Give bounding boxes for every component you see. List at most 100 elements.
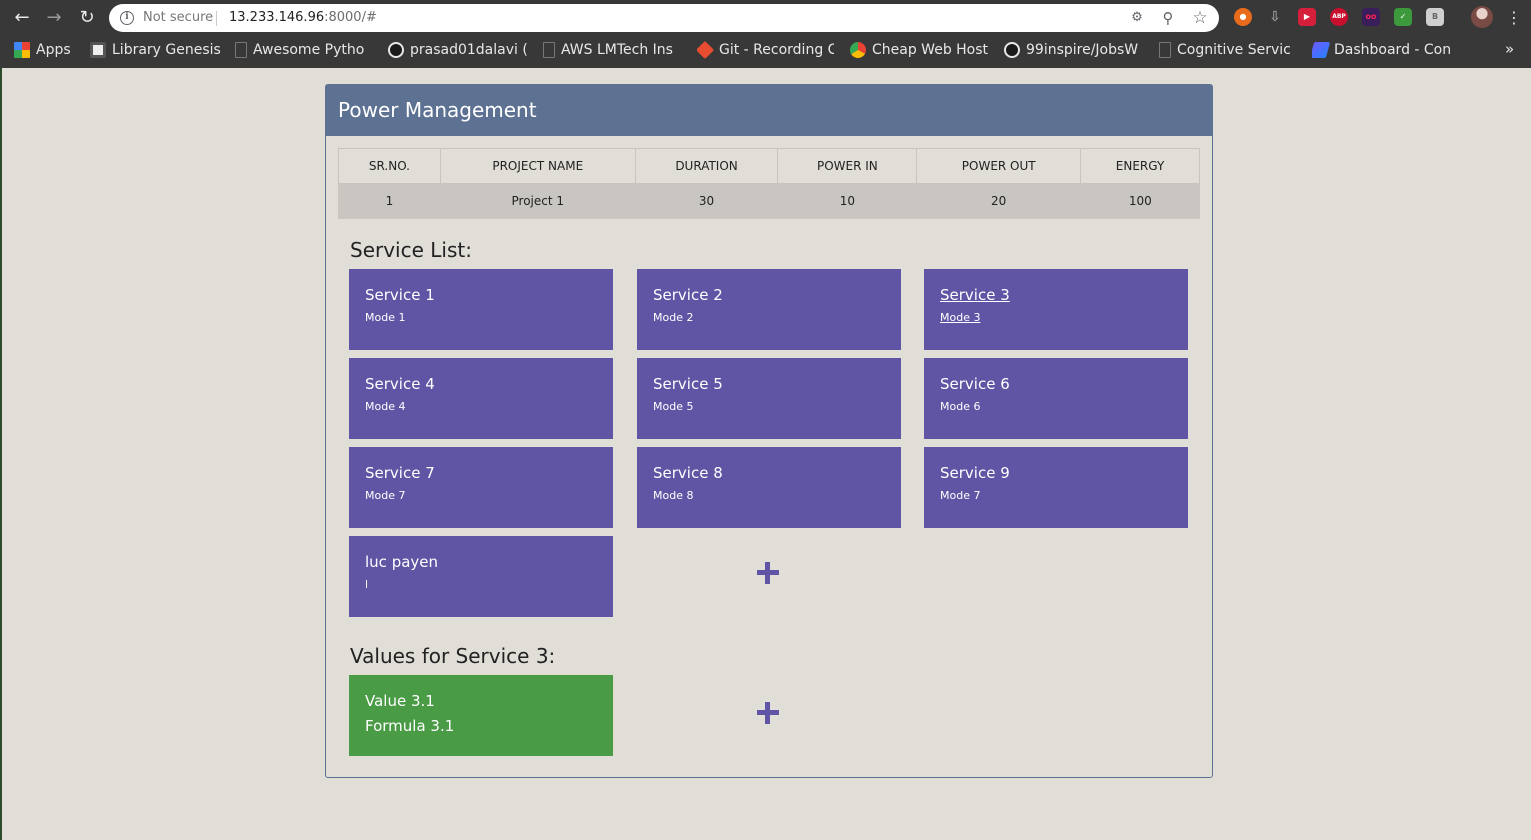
service-mode: Mode 1 (365, 311, 406, 324)
github-icon (388, 42, 404, 58)
service-mode: Mode 2 (653, 311, 694, 324)
add-value-plus-icon[interactable] (757, 702, 779, 724)
page-icon (1159, 42, 1171, 58)
bookmark-label: Awesome Pytho (253, 42, 365, 58)
url-path: :8000/# (324, 10, 377, 25)
service-card[interactable]: Service 1 Mode 1 (349, 269, 613, 350)
panel-title: Power Management (338, 98, 537, 122)
cookies-blocked-icon[interactable]: ⚙ (1127, 8, 1147, 28)
service-card[interactable]: Service 6 Mode 6 (924, 358, 1188, 439)
address-separator (216, 11, 217, 26)
table-cell: Project 1 (439, 183, 636, 219)
url-host: 13.233.146.96 (229, 10, 325, 25)
browser-chrome: ← → ↻ i Not secure 13.233.146.96:8000/# … (0, 0, 1531, 68)
service-name: Service 7 (365, 464, 435, 482)
table-cell: 1 (338, 183, 441, 219)
add-service-plus-icon[interactable] (757, 562, 779, 584)
bookmark-label: Cheap Web Host (872, 42, 988, 58)
page-extension-icon[interactable]: B (1426, 8, 1444, 26)
url-text[interactable]: 13.233.146.96:8000/# (229, 10, 377, 25)
table-cell: 30 (634, 183, 778, 219)
service-name: Service 4 (365, 375, 435, 393)
adblock-plus-icon[interactable]: ABP (1330, 8, 1348, 26)
service-name: Service 3 (940, 286, 1010, 304)
more-bookmarks-chevron-icon[interactable]: » (1505, 40, 1514, 58)
bookmark-cheap-web-host[interactable]: Cheap Web Host (850, 36, 988, 64)
forward-arrow-icon[interactable]: → (42, 6, 66, 30)
bookmark-github-prasad[interactable]: prasad01dalavi ( (388, 36, 528, 64)
service-mode: Mode 4 (365, 400, 406, 413)
column-header: SR.NO. (338, 148, 441, 184)
project-table: SR.NO. PROJECT NAME DURATION POWER IN PO… (338, 148, 1200, 219)
spy-extension-icon[interactable]: oo (1362, 8, 1380, 26)
chrome-icon (850, 42, 866, 58)
video-extension-icon[interactable]: ▶ (1298, 8, 1316, 26)
service-card[interactable]: Service 7 Mode 7 (349, 447, 613, 528)
bookmark-99inspire[interactable]: 99inspire/JobsW (1004, 36, 1144, 64)
service-card[interactable]: Service 2 Mode 2 (637, 269, 901, 350)
service-card[interactable]: Service 9 Mode 7 (924, 447, 1188, 528)
service-name: luc payen (365, 553, 439, 571)
browser-menu-icon[interactable]: ⋮ (1506, 6, 1522, 30)
service-name: Service 8 (653, 464, 723, 482)
git-icon (697, 40, 715, 60)
browser-toolbar: ← → ↻ i Not secure 13.233.146.96:8000/# … (0, 0, 1531, 36)
service-name: Service 9 (940, 464, 1010, 482)
book-icon (90, 42, 106, 58)
service-card[interactable]: Service 8 Mode 8 (637, 447, 901, 528)
bookmark-label: Git - Recording C (719, 42, 834, 58)
value-name: Value 3.1 (365, 692, 435, 710)
service-name: Service 5 (653, 375, 723, 393)
service-mode: Mode 5 (653, 400, 694, 413)
reload-icon[interactable]: ↻ (75, 6, 99, 30)
column-header: ENERGY (1080, 148, 1200, 184)
table-cell: 100 (1080, 183, 1200, 219)
table-header-row: SR.NO. PROJECT NAME DURATION POWER IN PO… (338, 148, 1200, 184)
check-extension-icon[interactable]: ✓ (1394, 8, 1412, 26)
back-arrow-icon[interactable]: ← (10, 6, 34, 30)
value-card[interactable]: Value 3.1 Formula 3.1 (349, 675, 613, 756)
bookmark-label: Library Genesis (112, 42, 221, 58)
bookmark-library-genesis[interactable]: Library Genesis (90, 36, 225, 64)
service-card-selected[interactable]: Service 3 Mode 3 (924, 269, 1188, 350)
panel-header: Power Management (326, 85, 1212, 136)
bookmark-dashboard[interactable]: Dashboard - Con (1312, 36, 1452, 64)
service-mode: Mode 7 (940, 489, 981, 502)
service-mode: Mode 3 (940, 311, 981, 324)
info-icon[interactable]: i (120, 11, 134, 25)
table-row[interactable]: 1 Project 1 30 10 20 100 (338, 183, 1200, 219)
zoom-icon[interactable]: ⚲ (1158, 8, 1178, 28)
bookmark-label: Cognitive Servic (1177, 42, 1291, 58)
value-formula: Formula 3.1 (365, 717, 455, 735)
service-name: Service 1 (365, 286, 435, 304)
bookmark-star-icon[interactable]: ☆ (1190, 8, 1210, 28)
download-extension-icon[interactable]: ⇩ (1266, 8, 1284, 26)
bookmark-awesome-python[interactable]: Awesome Pytho (235, 36, 370, 64)
column-header: PROJECT NAME (439, 148, 636, 184)
service-mode: Mode 8 (653, 489, 694, 502)
service-card[interactable]: Service 4 Mode 4 (349, 358, 613, 439)
bookmark-label: AWS LMTech Ins (561, 42, 673, 58)
values-title: Values for Service 3: (350, 644, 556, 668)
service-mode: l (365, 578, 369, 591)
bookmark-label: Apps (36, 42, 71, 58)
ubuntu-extension-icon[interactable]: ● (1234, 8, 1252, 26)
bookmark-git-recording[interactable]: Git - Recording C (697, 36, 834, 64)
bookmark-cognitive-services[interactable]: Cognitive Servic (1159, 36, 1297, 64)
service-card[interactable]: luc payen l (349, 536, 613, 617)
page-icon (543, 42, 555, 58)
service-mode: Mode 6 (940, 400, 981, 413)
bookmark-label: prasad01dalavi ( (410, 42, 528, 58)
bookmark-apps[interactable]: Apps (14, 36, 80, 64)
service-mode: Mode 7 (365, 489, 406, 502)
power-management-panel: Power Management SR.NO. PROJECT NAME DUR… (325, 84, 1213, 778)
service-name: Service 2 (653, 286, 723, 304)
github-icon (1004, 42, 1020, 58)
bookmark-label: Dashboard - Con (1334, 42, 1452, 58)
bookmark-aws-lmtech[interactable]: AWS LMTech Ins (543, 36, 681, 64)
address-bar[interactable]: i Not secure 13.233.146.96:8000/# ⚙ ⚲ ☆ (109, 4, 1219, 32)
profile-avatar[interactable] (1471, 6, 1493, 28)
page-icon (235, 42, 247, 58)
security-label[interactable]: Not secure (143, 10, 213, 25)
service-card[interactable]: Service 5 Mode 5 (637, 358, 901, 439)
